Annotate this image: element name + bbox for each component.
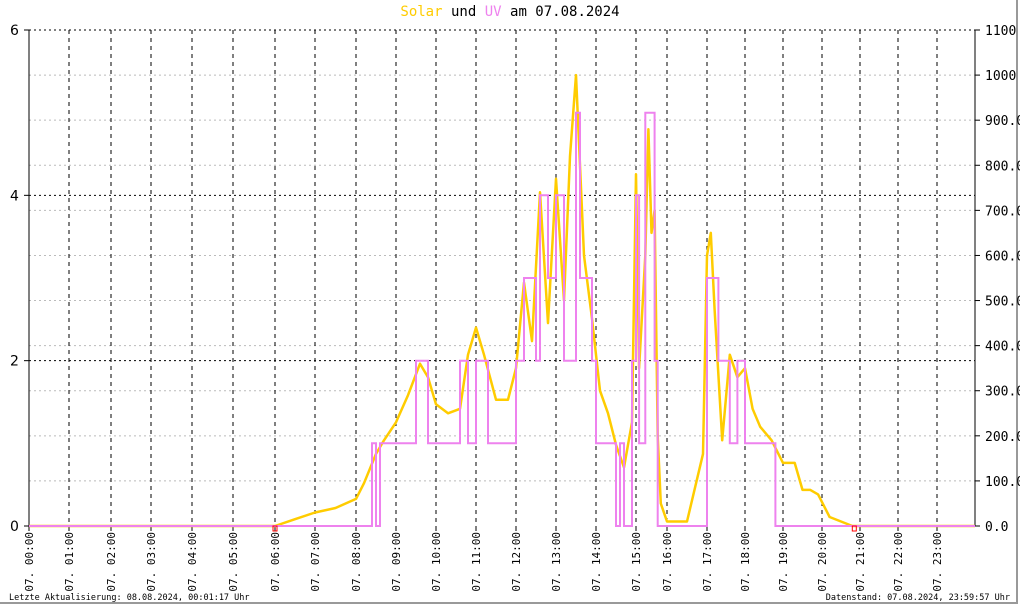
right-tick-label: 700.0 xyxy=(985,204,1020,219)
x-tick-label: 07. 06:00 xyxy=(269,532,282,592)
x-tick-label: 07. 20:00 xyxy=(816,532,829,592)
left-tick-label: 4 xyxy=(10,188,19,204)
x-tick-label: 07. 09:00 xyxy=(390,532,403,592)
left-tick-label: 2 xyxy=(10,354,19,370)
x-tick-label: 07. 13:00 xyxy=(550,532,563,592)
right-tick-label: 1000 xyxy=(985,69,1016,84)
x-tick-label: 07. 04:00 xyxy=(186,532,199,592)
x-tick-label: 07. 16:00 xyxy=(661,532,674,592)
x-tick-label: 07. 10:00 xyxy=(430,532,443,592)
right-tick-label: 400.0 xyxy=(985,340,1020,355)
x-tick-label: 07. 19:00 xyxy=(777,532,790,592)
right-tick-label: 800.0 xyxy=(985,159,1020,174)
x-tick-label: 07. 21:00 xyxy=(854,532,867,592)
x-tick-label: 07. 00:00 xyxy=(23,532,36,592)
left-tick-label: 0 xyxy=(10,519,19,535)
right-tick-label: 900.0 xyxy=(985,114,1020,129)
right-tick-label: 300.0 xyxy=(985,385,1020,400)
x-tick-label: 07. 22:00 xyxy=(892,532,905,592)
x-tick-label: 07. 15:00 xyxy=(630,532,643,592)
x-tick-label: 07. 03:00 xyxy=(145,532,158,592)
x-tick-label: 07. 14:00 xyxy=(590,532,603,592)
plot-area: 0.0 100.0 200.0 300.0 400.0 500.0 600.0 700.0 80… xyxy=(10,23,1020,592)
x-tick-label: 07. 17:00 xyxy=(701,532,714,592)
x-tick-label: 07. 01:00 xyxy=(63,532,76,592)
data-status: Datenstand: 07.08.2024, 23:59:57 Uhr xyxy=(825,593,1010,603)
right-tick-label: 0.0 xyxy=(985,520,1008,535)
chart-container: Solar und UV am 07.08.2024 0.0100.0200.0… xyxy=(0,0,1020,606)
last-update: Letzte Aktualisierung: 08.08.2024, 00:01… xyxy=(9,593,250,603)
right-tick-label: 500.0 xyxy=(985,295,1020,310)
uv-series-line xyxy=(29,111,975,527)
right-tick-label: 600.0 xyxy=(985,249,1020,264)
x-tick-label: 07. 08:00 xyxy=(350,532,363,592)
left-tick-label: 6 xyxy=(10,23,19,39)
x-tick-label: 07. 11:00 xyxy=(470,532,483,592)
x-tick-label: 07. 07:00 xyxy=(309,532,322,592)
x-tick-label: 07. 02:00 xyxy=(105,532,118,592)
x-tick-label: 07. 05:00 xyxy=(227,532,240,592)
right-tick-label: 100.0 xyxy=(985,475,1020,490)
right-tick-label: 200.0 xyxy=(985,430,1020,445)
x-tick-label: 07. 23:00 xyxy=(931,532,944,592)
x-tick-label: 07. 12:00 xyxy=(510,532,523,592)
x-tick-label: 07. 18:00 xyxy=(739,532,752,592)
right-tick-label: 1100 xyxy=(985,24,1016,39)
